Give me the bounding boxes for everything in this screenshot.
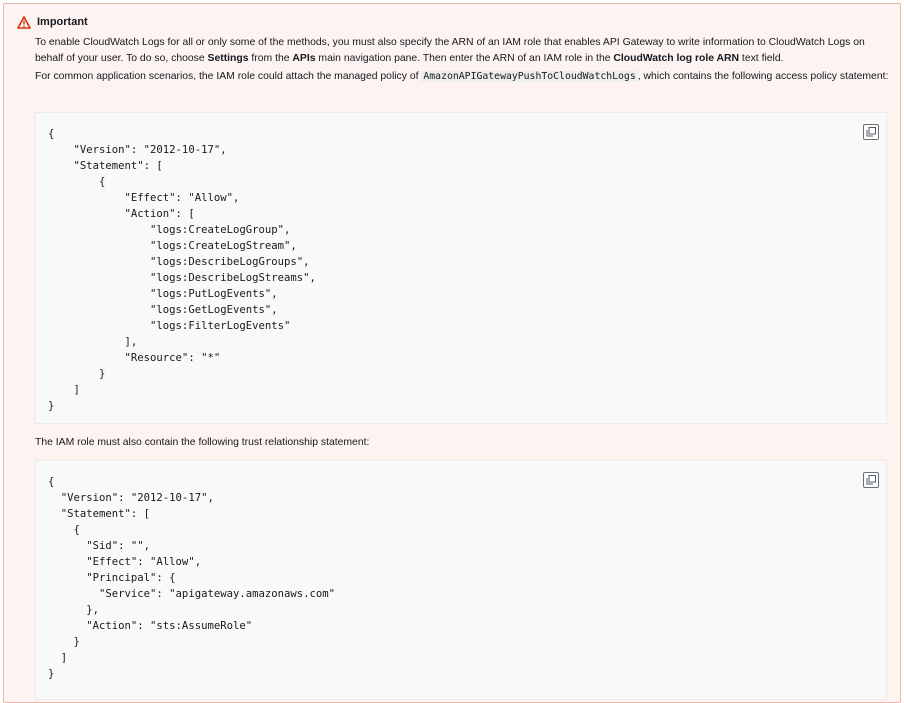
trust-relationship-code: { "Version": "2012-10-17", "Statement": … xyxy=(48,476,336,680)
alert-title: Important xyxy=(37,16,88,28)
access-policy-code-block: { "Version": "2012-10-17", "Statement": … xyxy=(35,112,887,424)
p2-text-1: For common application scenarios, the IA… xyxy=(35,71,422,82)
important-alert: Important To enable CloudWatch Logs for … xyxy=(3,3,901,703)
alert-paragraph-trust: The IAM role must also contain the follo… xyxy=(35,437,370,448)
settings-emphasis: Settings xyxy=(207,53,249,64)
p1-text-4: text field. xyxy=(739,53,784,64)
copy-icon xyxy=(866,475,876,485)
trust-relationship-code-block: { "Version": "2012-10-17", "Statement": … xyxy=(35,460,887,700)
log-role-arn-emphasis: CloudWatch log role ARN xyxy=(613,53,740,64)
p1-text-3: main navigation pane. Then enter the ARN… xyxy=(315,53,614,64)
copy-trust-relationship-button[interactable] xyxy=(863,472,879,488)
managed-policy-code: AmazonAPIGatewayPushToCloudWatchLogs xyxy=(421,71,638,82)
alert-header: Important xyxy=(17,15,88,29)
p2-text-2: , which contains the following access po… xyxy=(637,71,889,82)
apis-emphasis: APIs xyxy=(292,53,316,64)
copy-access-policy-button[interactable] xyxy=(863,124,879,140)
alert-paragraph-roles: To enable CloudWatch Logs for all or onl… xyxy=(35,35,893,67)
p1-text-2: from the xyxy=(248,53,293,64)
warning-triangle-icon xyxy=(17,15,31,29)
access-policy-code: { "Version": "2012-10-17", "Statement": … xyxy=(48,128,316,412)
copy-icon xyxy=(866,127,876,137)
alert-paragraph-policy: For common application scenarios, the IA… xyxy=(35,69,893,85)
